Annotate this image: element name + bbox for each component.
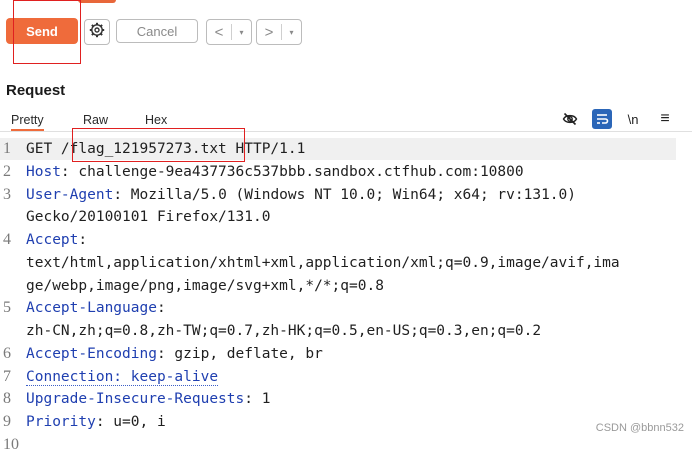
line-text: Upgrade-Insecure-Requests: 1 xyxy=(26,388,270,410)
header-name: Priority xyxy=(26,414,96,430)
request-line[interactable]: zh-CN,zh;q=0.8,zh-TW;q=0.7,zh-HK;q=0.5,e… xyxy=(0,320,692,342)
line-text: Accept-Language: xyxy=(26,297,166,319)
chevron-down-icon[interactable]: ▾ xyxy=(232,28,251,37)
forward-button[interactable]: > ▾ xyxy=(256,19,302,45)
menu-icon[interactable]: ≡ xyxy=(655,109,675,129)
line-number: 3 xyxy=(3,185,11,203)
chevron-left-icon: < xyxy=(214,23,224,41)
repeater-toolbar: Send Cancel < ▾ > ▾ xyxy=(0,14,692,46)
header-value: : xyxy=(78,232,88,248)
line-number: 6 xyxy=(3,344,11,362)
back-button[interactable]: < ▾ xyxy=(206,19,252,45)
tab-pretty[interactable]: Pretty xyxy=(11,113,44,131)
request-line[interactable]: 7 Connection: keep-alive xyxy=(0,366,692,388)
panel-title: Request xyxy=(6,82,66,99)
line-text: User-Agent: Mozilla/5.0 (Windows NT 10.0… xyxy=(26,184,576,206)
header-value: : challenge-9ea437736c537bbb.sandbox.ctf… xyxy=(60,163,524,180)
request-line[interactable]: 4 Accept: xyxy=(0,229,692,251)
line-text: Connection: keep-alive xyxy=(26,366,219,388)
tab-raw[interactable]: Raw xyxy=(83,113,108,127)
line-text: Host: challenge-9ea437736c537bbb.sandbox… xyxy=(26,161,524,183)
request-line[interactable]: 2 Host: challenge-9ea437736c537bbb.sandbo… xyxy=(0,161,692,183)
wrap-text-icon[interactable] xyxy=(592,109,612,129)
line-number: 9 xyxy=(3,413,11,430)
line-number: 1 xyxy=(3,140,11,157)
line-number: 10 xyxy=(3,435,19,453)
line-number: 5 xyxy=(3,299,11,317)
line-number: 2 xyxy=(3,162,11,180)
header-value: : 1 xyxy=(244,391,271,408)
header-value: : gzip, deflate, br xyxy=(156,345,323,362)
header-value: : xyxy=(156,300,166,317)
header-flagged: Connection: keep-alive xyxy=(26,368,219,386)
top-tab-strip xyxy=(0,0,692,3)
header-value: ge/webp,image/png,image/svg+xml,*/*;q=0.… xyxy=(26,277,384,294)
chevron-right-icon: > xyxy=(264,23,274,41)
line-text: Accept: xyxy=(26,229,87,251)
header-value: text/html,application/xhtml+xml,applicat… xyxy=(26,254,620,271)
tab-hex[interactable]: Hex xyxy=(145,113,167,127)
line-number: 8 xyxy=(3,390,11,408)
header-value: Gecko/20100101 Firefox/131.0 xyxy=(26,209,271,226)
line-text: zh-CN,zh;q=0.8,zh-TW;q=0.7,zh-HK;q=0.5,e… xyxy=(26,320,541,342)
header-name: Accept-Encoding xyxy=(26,345,157,362)
newline-icon[interactable]: \n xyxy=(623,109,643,129)
active-tab-indicator xyxy=(78,0,116,3)
header-name: Upgrade-Insecure-Requests xyxy=(26,391,245,408)
header-value: zh-CN,zh;q=0.8,zh-TW;q=0.7,zh-HK;q=0.5,e… xyxy=(26,323,542,339)
gear-icon xyxy=(89,22,105,43)
annotation-box-send xyxy=(13,0,81,64)
request-line[interactable]: 3 User-Agent: Mozilla/5.0 (Windows NT 10.… xyxy=(0,184,692,206)
line-number: 4 xyxy=(3,231,11,248)
eye-off-icon[interactable] xyxy=(560,109,580,129)
cancel-button[interactable]: Cancel xyxy=(116,19,198,43)
request-line[interactable]: 8 Upgrade-Insecure-Requests: 1 xyxy=(0,388,692,410)
line-text: text/html,application/xhtml+xml,applicat… xyxy=(26,252,620,274)
annotation-box-path xyxy=(72,128,245,162)
line-text: Priority: u=0, i xyxy=(26,411,166,433)
line-text: Accept-Encoding: gzip, deflate, br xyxy=(26,343,323,365)
request-line[interactable]: 10 xyxy=(0,434,692,456)
header-name: Accept-Language xyxy=(26,300,157,317)
chevron-down-icon[interactable]: ▾ xyxy=(282,28,301,37)
header-value: : Mozilla/5.0 (Windows NT 10.0; Win64; x… xyxy=(113,186,576,203)
line-text: Gecko/20100101 Firefox/131.0 xyxy=(26,206,270,228)
request-line[interactable]: Gecko/20100101 Firefox/131.0 xyxy=(0,206,692,228)
request-line[interactable]: 6 Accept-Encoding: gzip, deflate, br xyxy=(0,343,692,365)
settings-button[interactable] xyxy=(84,19,110,45)
header-name: User-Agent xyxy=(26,186,114,203)
header-name: Host xyxy=(26,163,61,180)
request-line[interactable]: text/html,application/xhtml+xml,applicat… xyxy=(0,252,692,274)
watermark: CSDN @bbnn532 xyxy=(595,422,684,434)
line-text: ge/webp,image/png,image/svg+xml,*/*;q=0.… xyxy=(26,275,384,297)
request-line[interactable]: 5 Accept-Language: xyxy=(0,297,692,319)
request-line[interactable]: 9 Priority: u=0, i xyxy=(0,411,692,433)
header-value: : u=0, i xyxy=(95,414,166,430)
header-name: Accept xyxy=(26,232,79,248)
request-line[interactable]: ge/webp,image/png,image/svg+xml,*/*;q=0.… xyxy=(0,275,692,297)
line-number: 7 xyxy=(3,367,11,385)
